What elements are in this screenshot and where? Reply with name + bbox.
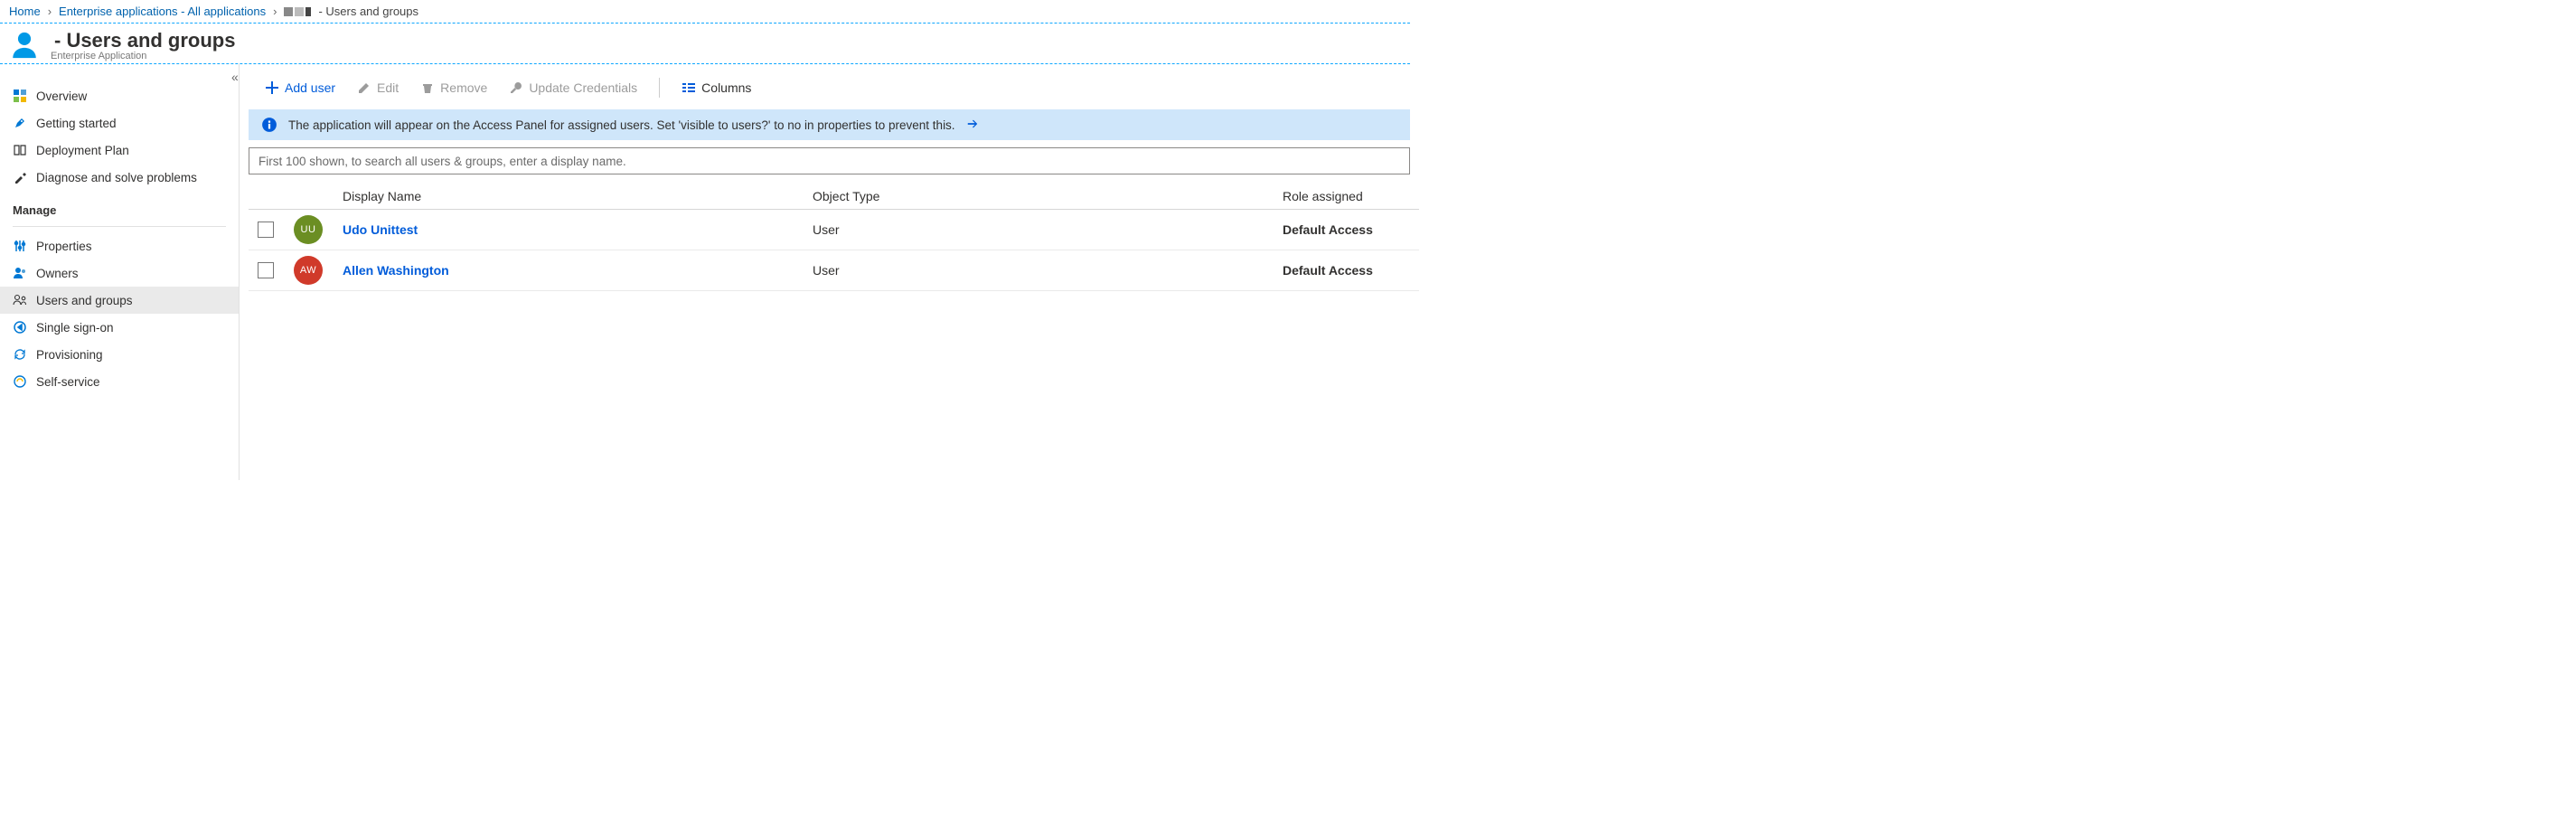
- sliders-icon: [13, 239, 27, 253]
- users-table: Display Name Object Type Role assigned U…: [249, 184, 1419, 291]
- col-object-type[interactable]: Object Type: [804, 184, 1274, 210]
- button-label: Update Credentials: [529, 80, 637, 95]
- sidebar: Overview Getting started Deployment Plan…: [0, 64, 240, 480]
- columns-button[interactable]: Columns: [672, 77, 760, 99]
- key-icon: [509, 80, 523, 95]
- pencil-icon: [357, 80, 371, 95]
- sidebar-item-properties[interactable]: Properties: [0, 232, 239, 259]
- trash-icon: [420, 80, 435, 95]
- sidebar-item-label: Diagnose and solve problems: [36, 171, 197, 184]
- arrow-right-icon: [966, 118, 979, 130]
- sidebar-item-deployment-plan[interactable]: Deployment Plan: [0, 137, 239, 164]
- sidebar-item-label: Single sign-on: [36, 321, 114, 335]
- edit-button[interactable]: Edit: [348, 77, 408, 99]
- info-text: The application will appear on the Acces…: [288, 118, 955, 132]
- toolbar: Add user Edit Remove Update Credentials: [249, 71, 1410, 104]
- breadcrumb-enterprise-apps[interactable]: Enterprise applications - All applicatio…: [59, 5, 266, 18]
- enterprise-app-icon: [9, 30, 40, 61]
- object-type: User: [804, 250, 1274, 291]
- sidebar-item-owners[interactable]: Owners: [0, 259, 239, 287]
- signon-icon: [13, 320, 27, 335]
- sidebar-item-users-groups[interactable]: Users and groups: [0, 287, 239, 314]
- role-assigned: Default Access: [1274, 250, 1419, 291]
- add-user-button[interactable]: Add user: [256, 77, 344, 99]
- breadcrumb-app-name-redacted: [284, 7, 311, 16]
- table-header-row: Display Name Object Type Role assigned: [249, 184, 1419, 210]
- search-input[interactable]: [249, 147, 1410, 174]
- info-bar: The application will appear on the Acces…: [249, 109, 1410, 140]
- button-label: Add user: [285, 80, 335, 95]
- button-label: Edit: [377, 80, 399, 95]
- sidebar-item-label: Properties: [36, 240, 92, 253]
- breadcrumb-home[interactable]: Home: [9, 5, 41, 18]
- person-group-icon: [13, 293, 27, 307]
- avatar: UU: [294, 215, 323, 244]
- table-row[interactable]: UU Udo Unittest UserDefault Access: [249, 210, 1419, 250]
- people-icon: [13, 266, 27, 280]
- col-display-name[interactable]: Display Name: [334, 184, 804, 210]
- sidebar-item-label: Deployment Plan: [36, 144, 129, 157]
- breadcrumb-sep: ›: [273, 5, 277, 18]
- breadcrumb-sep: ›: [48, 5, 52, 18]
- sync-icon: [13, 347, 27, 362]
- remove-button[interactable]: Remove: [411, 77, 496, 99]
- sidebar-item-label: Provisioning: [36, 348, 103, 362]
- plus-icon: [265, 80, 279, 95]
- toolbar-divider: [659, 78, 660, 98]
- user-name-link[interactable]: Udo Unittest: [343, 222, 418, 237]
- self-service-icon: [13, 374, 27, 389]
- page-subtitle: Enterprise Application: [51, 51, 235, 61]
- avatar: AW: [294, 256, 323, 285]
- page-title-suffix: - Users and groups: [54, 29, 235, 52]
- main-panel: Add user Edit Remove Update Credentials: [240, 64, 1410, 480]
- sidebar-item-label: Owners: [36, 267, 79, 280]
- user-name-link[interactable]: Allen Washington: [343, 263, 449, 278]
- wrench-icon: [13, 170, 27, 184]
- breadcrumb-current: - Users and groups: [318, 5, 418, 18]
- page-title: - Users and groups: [51, 29, 235, 52]
- row-checkbox[interactable]: [258, 222, 274, 238]
- row-checkbox[interactable]: [258, 262, 274, 278]
- info-icon: [261, 117, 277, 133]
- breadcrumb: Home › Enterprise applications - All app…: [0, 0, 1410, 24]
- sidebar-item-label: Self-service: [36, 375, 100, 389]
- button-label: Columns: [701, 80, 751, 95]
- update-credentials-button[interactable]: Update Credentials: [500, 77, 646, 99]
- sidebar-item-label: Overview: [36, 90, 87, 103]
- page-header: - Users and groups Enterprise Applicatio…: [0, 24, 1410, 64]
- search-wrap: [240, 147, 1410, 184]
- columns-icon: [682, 80, 696, 95]
- sidebar-item-label: Users and groups: [36, 294, 133, 307]
- sidebar-item-label: Getting started: [36, 117, 117, 130]
- sidebar-item-provisioning[interactable]: Provisioning: [0, 341, 239, 368]
- table-row[interactable]: AW Allen Washington UserDefault Access: [249, 250, 1419, 291]
- collapse-sidebar-icon[interactable]: «: [231, 70, 239, 84]
- sidebar-item-self-service[interactable]: Self-service: [0, 368, 239, 395]
- sidebar-section-manage: Manage: [0, 191, 239, 222]
- rocket-icon: [13, 116, 27, 130]
- role-assigned: Default Access: [1274, 210, 1419, 250]
- button-label: Remove: [440, 80, 487, 95]
- object-type: User: [804, 210, 1274, 250]
- sidebar-item-getting-started[interactable]: Getting started: [0, 109, 239, 137]
- sidebar-item-diagnose[interactable]: Diagnose and solve problems: [0, 164, 239, 191]
- col-role-assigned[interactable]: Role assigned: [1274, 184, 1419, 210]
- sidebar-item-sso[interactable]: Single sign-on: [0, 314, 239, 341]
- book-icon: [13, 143, 27, 157]
- sidebar-item-overview[interactable]: Overview: [0, 82, 239, 109]
- overview-icon: [13, 89, 27, 103]
- divider: [13, 226, 226, 227]
- info-action-link[interactable]: [966, 118, 979, 133]
